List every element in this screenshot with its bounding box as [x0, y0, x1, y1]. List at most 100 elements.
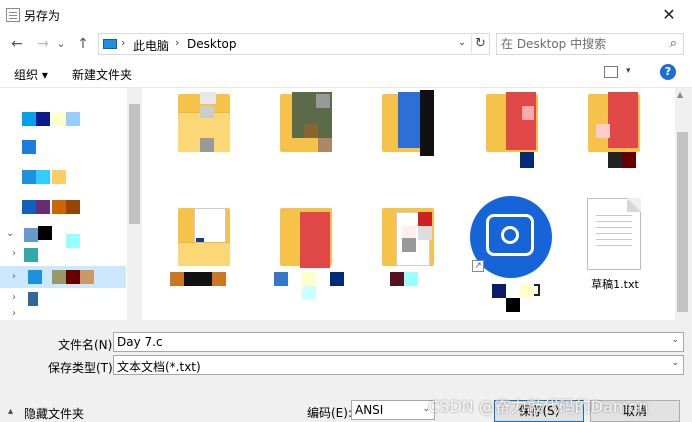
chevron-down-icon[interactable]: ⌄ — [671, 335, 679, 345]
pixel-block — [302, 272, 316, 286]
breadcrumb-this-pc[interactable]: 此电脑 — [133, 37, 169, 54]
arrow-right-icon: → — [37, 36, 49, 52]
filename-field[interactable]: ⌄ — [113, 332, 684, 352]
chevron-right-icon[interactable]: › — [12, 248, 16, 259]
document-icon — [6, 8, 20, 22]
pixel-block — [52, 270, 66, 284]
help-icon[interactable]: ? — [660, 64, 676, 80]
app-frame-shape — [486, 214, 534, 256]
pixel-block — [52, 170, 66, 184]
folder-item[interactable] — [274, 202, 344, 300]
pixel-block — [184, 272, 212, 286]
hide-folders-button[interactable]: 隐藏文件夹 — [24, 405, 84, 422]
up-button[interactable]: ↑ — [72, 34, 94, 54]
pixel-block — [304, 124, 318, 138]
chevron-right-icon[interactable]: › — [12, 308, 16, 319]
nav-item-icon — [28, 270, 42, 284]
text-line — [596, 221, 632, 222]
pixel-block — [36, 170, 50, 184]
pixel-block — [318, 138, 332, 152]
new-folder-button[interactable]: 新建文件夹 — [72, 66, 132, 83]
refresh-button[interactable]: ↻ — [471, 35, 489, 53]
folder-item[interactable] — [486, 88, 540, 168]
navigation-pane[interactable]: ⌄ › › › › — [0, 88, 142, 320]
back-button[interactable]: ← — [6, 34, 28, 54]
text-file-label[interactable]: 草稿1.txt — [584, 276, 646, 292]
pixel-block — [52, 200, 66, 214]
pixel-block — [66, 200, 80, 214]
nav-scrollbar[interactable] — [127, 88, 142, 320]
chevron-right-icon[interactable]: › — [12, 292, 16, 303]
pixel-block — [300, 212, 330, 268]
encoding-select[interactable]: ANSI ⌄ — [351, 400, 435, 420]
text-line — [596, 215, 632, 216]
folder-shape — [178, 242, 230, 266]
pixel-block — [52, 112, 66, 126]
window-title: 另存为 — [24, 9, 61, 23]
pixel-block — [492, 284, 506, 298]
nav-item[interactable]: › — [0, 244, 126, 266]
command-toolbar: 组织 ▾ 新建文件夹 ▾ ? — [0, 58, 692, 88]
page-fold — [627, 198, 641, 212]
gear-icon — [501, 226, 519, 244]
recent-locations-button[interactable]: ⌄ — [54, 34, 68, 54]
chevron-right-icon[interactable]: › — [175, 36, 179, 49]
forward-button[interactable]: → — [32, 34, 54, 54]
nav-scrollbar-thumb[interactable] — [129, 104, 140, 224]
chevron-down-icon[interactable]: ⌄ — [6, 228, 14, 239]
folder-item[interactable] — [280, 88, 334, 158]
search-icon[interactable]: ⌕ — [670, 36, 677, 51]
address-bar[interactable]: › 此电脑 › Desktop ⌄ ↻ — [98, 33, 490, 55]
search-input[interactable] — [501, 36, 661, 52]
title-bar: 另存为 ✕ — [0, 0, 692, 30]
pixel-block — [608, 152, 622, 168]
pixel-block — [506, 298, 520, 312]
pixel-block — [522, 106, 534, 120]
text-file-icon[interactable] — [587, 198, 641, 270]
nav-item[interactable] — [0, 108, 126, 130]
nav-item-icon — [22, 112, 36, 126]
nav-item[interactable] — [0, 196, 126, 218]
pixel-block — [506, 92, 536, 150]
filetype-select[interactable]: 文本文档(*.txt) ⌄ — [113, 355, 684, 375]
arrow-left-icon: ← — [11, 36, 23, 52]
file-list-scrollbar-thumb[interactable] — [677, 132, 688, 312]
encoding-value: ANSI — [355, 403, 384, 417]
chevron-up-icon[interactable]: ▴ — [8, 406, 13, 417]
search-box[interactable]: ⌕ — [496, 33, 684, 55]
nav-item[interactable]: › — [0, 308, 126, 320]
nav-item-icon — [22, 200, 36, 214]
pixel-block — [274, 272, 288, 286]
chevron-right-icon: › — [121, 36, 126, 49]
breadcrumb-desktop[interactable]: Desktop — [187, 37, 237, 51]
folder-item[interactable] — [178, 88, 232, 158]
view-options-icon[interactable] — [604, 66, 618, 78]
nav-item[interactable] — [0, 166, 126, 188]
organize-button[interactable]: 组织 ▾ — [14, 66, 48, 83]
scroll-up-icon[interactable]: ▲ — [677, 90, 683, 99]
pixel-block — [212, 272, 226, 286]
address-dropdown-icon[interactable]: ⌄ — [455, 37, 469, 48]
nav-item[interactable] — [0, 136, 126, 158]
folder-item[interactable] — [382, 202, 436, 286]
folder-item[interactable] — [170, 202, 232, 286]
close-button[interactable]: ✕ — [646, 0, 692, 30]
nav-item[interactable]: ⌄ — [0, 224, 126, 248]
chevron-down-icon[interactable]: ⌄ — [671, 358, 679, 368]
nav-item-icon — [24, 248, 38, 262]
pixel-block — [420, 90, 434, 156]
pixel-block — [418, 226, 432, 240]
file-list-scrollbar[interactable]: ▲ — [675, 88, 690, 320]
nav-item[interactable]: › — [0, 288, 126, 310]
pixel-block — [66, 112, 80, 126]
pixel-block — [418, 212, 432, 226]
nav-item-selected[interactable]: › — [0, 266, 126, 288]
folder-item[interactable] — [588, 88, 642, 168]
computer-icon — [103, 39, 117, 49]
chevron-right-icon[interactable]: › — [12, 271, 16, 282]
view-dropdown-icon[interactable]: ▾ — [626, 66, 631, 76]
filename-input[interactable] — [117, 334, 630, 350]
pixel-block — [38, 226, 52, 240]
folder-item[interactable] — [382, 88, 436, 158]
pixel-block — [404, 272, 418, 286]
